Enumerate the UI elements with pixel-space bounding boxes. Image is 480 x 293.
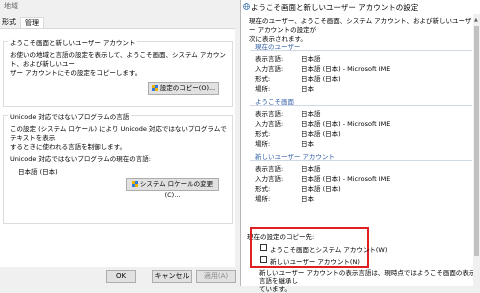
region-dialog: 地域 形式 管理 ようこそ画面と新しいユーザー アカウント お使いの地域と言語の… <box>0 0 240 286</box>
row-value: 日本語 (日本) <box>301 75 341 83</box>
row-value: 日本語 (日本) - Microsoft IME <box>301 65 391 73</box>
row-label: 入力言語: <box>255 65 284 73</box>
dialog-title: ようこそ画面と新しいユーザー アカウントの設定 <box>251 3 419 12</box>
current-language-value: 日本語 (日本) <box>18 168 58 176</box>
row-value: 日本語 (日本) <box>301 130 341 138</box>
welcome-group: ようこそ画面と新しいユーザー アカウント お使いの地域と言語の設定を表示して、よ… <box>3 37 233 107</box>
row-value: 日本語 (日本) <box>301 185 341 193</box>
globe-icon <box>243 3 250 10</box>
new-user-checkbox-label[interactable]: 新しいユーザー アカウント(N) <box>270 256 360 266</box>
row-label: 場所: <box>255 85 271 93</box>
row-label: 表示言語: <box>255 55 284 63</box>
row-value: 日本語 (日本) - Microsoft IME <box>301 120 391 128</box>
unicode-group: Unicode 対応ではないプログラムの言語 この設定 (システム ロケール) … <box>3 111 233 224</box>
welcome-group-legend: ようこそ画面と新しいユーザー アカウント <box>8 37 138 47</box>
divider <box>250 160 472 161</box>
welcome-system-checkbox[interactable] <box>260 244 267 251</box>
new-user-checkbox[interactable] <box>260 256 267 263</box>
row-label: 場所: <box>255 195 271 203</box>
row-value: 日本 <box>301 140 314 148</box>
ok-button[interactable]: OK <box>106 270 136 283</box>
scroll-up-icon[interactable]: ▲ <box>474 17 478 23</box>
copy-settings-button[interactable]: 設定のコピー(O)... <box>148 82 219 95</box>
row-value: 日本 <box>301 195 314 203</box>
settings-list-continued <box>250 180 472 220</box>
divider <box>250 105 472 106</box>
row-label: 形式: <box>255 130 271 138</box>
row-label: 場所: <box>255 140 271 148</box>
row-label: 表示言語: <box>255 110 284 118</box>
welcome-system-checkbox-label[interactable]: ようこそ画面とシステム アカウント(W) <box>270 244 387 254</box>
vertical-scrollbar[interactable]: ▲ <box>473 14 480 286</box>
row-label: 表示言語: <box>255 165 284 173</box>
cancel-button[interactable]: キャンセル <box>152 270 192 283</box>
settings-list[interactable]: 現在のユーザー 表示言語: 日本語 入力言語: 日本語 (日本) - Micro… <box>250 40 472 183</box>
unicode-description: この設定 (システム ロケール) により Unicode 対応ではないプログラム… <box>10 125 227 151</box>
unicode-group-legend: Unicode 対応ではないプログラムの言語 <box>8 111 132 121</box>
divider <box>250 50 472 51</box>
shield-icon <box>131 180 138 187</box>
row-label: 形式: <box>255 75 271 83</box>
tab-formats[interactable]: 形式 <box>0 17 20 28</box>
row-value: 日本 <box>301 85 314 93</box>
row-value: 日本語 <box>301 110 321 118</box>
welcome-settings-dialog: ようこそ画面と新しいユーザー アカウントの設定 現在のユーザー、ようこそ画面、シ… <box>240 0 480 293</box>
change-system-locale-button[interactable]: システム ロケールの変更(C)... <box>126 178 219 199</box>
shield-icon <box>151 84 158 91</box>
current-language-label: Unicode 対応ではないプログラムの現在の言語: <box>10 155 151 163</box>
admin-tab-panel: ようこそ画面と新しいユーザー アカウント お使いの地域と言語の設定を表示して、よ… <box>0 28 235 267</box>
row-value: 日本語 <box>301 165 321 173</box>
dialog-title: 地域 <box>4 2 18 10</box>
row-label: 形式: <box>255 185 271 193</box>
scrollbar-thumb[interactable] <box>474 26 479 256</box>
apply-button[interactable]: 適用(A) <box>196 270 236 283</box>
row-value: 日本語 <box>301 55 321 63</box>
footer-note: 新しいユーザー アカウントの表示言語は、現時点ではようこそ画面の表示言語を継承し… <box>259 269 476 293</box>
row-label: 入力言語: <box>255 120 284 128</box>
welcome-description: お使いの地域と言語の設定を表示して、ようこそ画面、システム アカウント、および新… <box>10 51 226 77</box>
